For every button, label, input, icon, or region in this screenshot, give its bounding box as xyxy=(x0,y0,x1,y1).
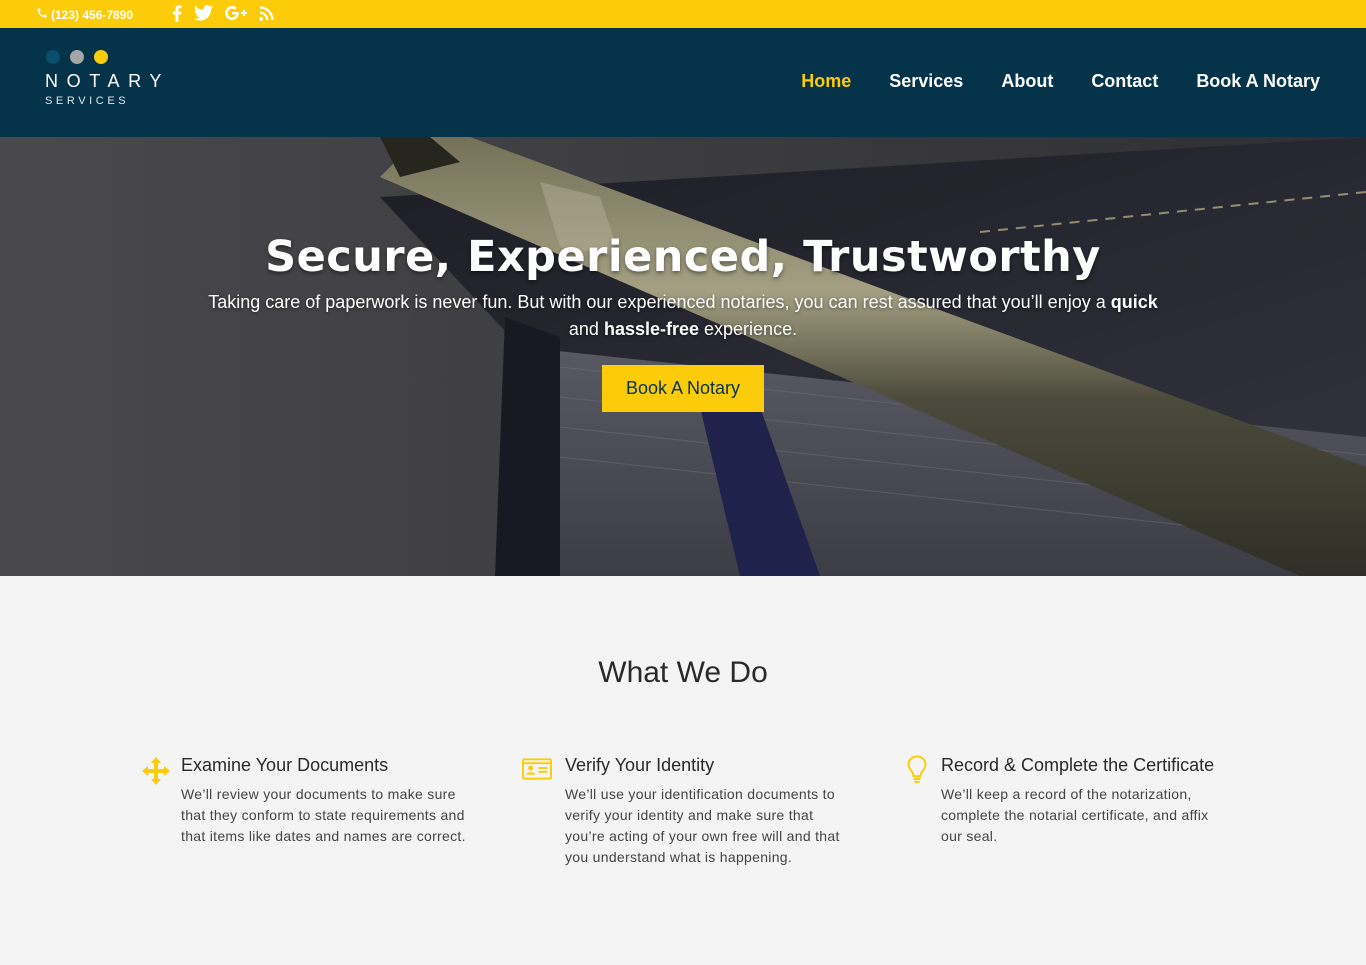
move-arrows-icon xyxy=(141,755,171,787)
nav-home[interactable]: Home xyxy=(801,71,851,92)
hero-lead: Taking care of paperwork is never fun. B… xyxy=(200,289,1166,343)
logo-dot-yellow xyxy=(94,50,108,64)
phone-icon xyxy=(36,7,48,22)
feature-title: Examine Your Documents xyxy=(181,755,389,775)
facebook-icon[interactable] xyxy=(172,4,182,22)
logo-dot-blue xyxy=(46,50,60,64)
hero-lead-text-3: experience. xyxy=(699,319,798,339)
hero-lead-text-1: Taking care of paperwork is never fun. B… xyxy=(208,292,1111,312)
social-links xyxy=(172,4,274,22)
what-we-do-title: What We Do xyxy=(598,656,768,689)
top-bar: (123) 456-7890 xyxy=(0,0,1366,28)
logo-dots xyxy=(46,50,170,64)
phone-link[interactable]: (123) 456-7890 xyxy=(36,7,133,22)
lightbulb-icon xyxy=(902,755,932,787)
site-logo[interactable]: NOTARY SERVICES xyxy=(45,50,170,107)
logo-tagline: SERVICES xyxy=(45,95,130,107)
hero-lead-bold-hassle-free: hassle-free xyxy=(603,319,700,339)
id-card-icon xyxy=(522,755,552,787)
hero-section: Secure, Experienced, Trustworthy Taking … xyxy=(0,137,1366,576)
feature-title: Record & Complete the Certificate xyxy=(941,755,1215,775)
nav-book-a-notary[interactable]: Book A Notary xyxy=(1196,71,1320,92)
nav-about[interactable]: About xyxy=(1001,71,1053,92)
book-a-notary-button[interactable]: Book A Notary xyxy=(602,365,764,412)
feature-text: We’ll review your documents to make sure… xyxy=(181,786,466,844)
google-plus-icon[interactable] xyxy=(225,4,247,22)
hero-title: Secure, Experienced, Trustworthy xyxy=(265,232,1101,282)
phone-number: (123) 456-7890 xyxy=(51,7,134,22)
site-header: NOTARY SERVICES Home Services About Cont… xyxy=(0,28,1366,137)
hero-lead-bold-quick: quick xyxy=(1110,292,1158,312)
logo-dot-gray xyxy=(70,50,84,64)
feature-title: Verify Your Identity xyxy=(565,755,715,775)
twitter-icon[interactable] xyxy=(194,4,213,22)
nav-contact[interactable]: Contact xyxy=(1091,71,1158,92)
hero-lead-text-2: and xyxy=(568,319,604,339)
main-nav: Home Services About Contact Book A Notar… xyxy=(801,71,1320,92)
feature-text: We’ll keep a record of the notarization,… xyxy=(941,786,1209,844)
rss-icon[interactable] xyxy=(259,4,274,22)
hero-overlay xyxy=(0,137,1366,576)
feature-text: We’ll use your identification documents … xyxy=(565,786,840,865)
nav-services[interactable]: Services xyxy=(889,71,963,92)
logo-wordmark: NOTARY xyxy=(45,71,170,91)
